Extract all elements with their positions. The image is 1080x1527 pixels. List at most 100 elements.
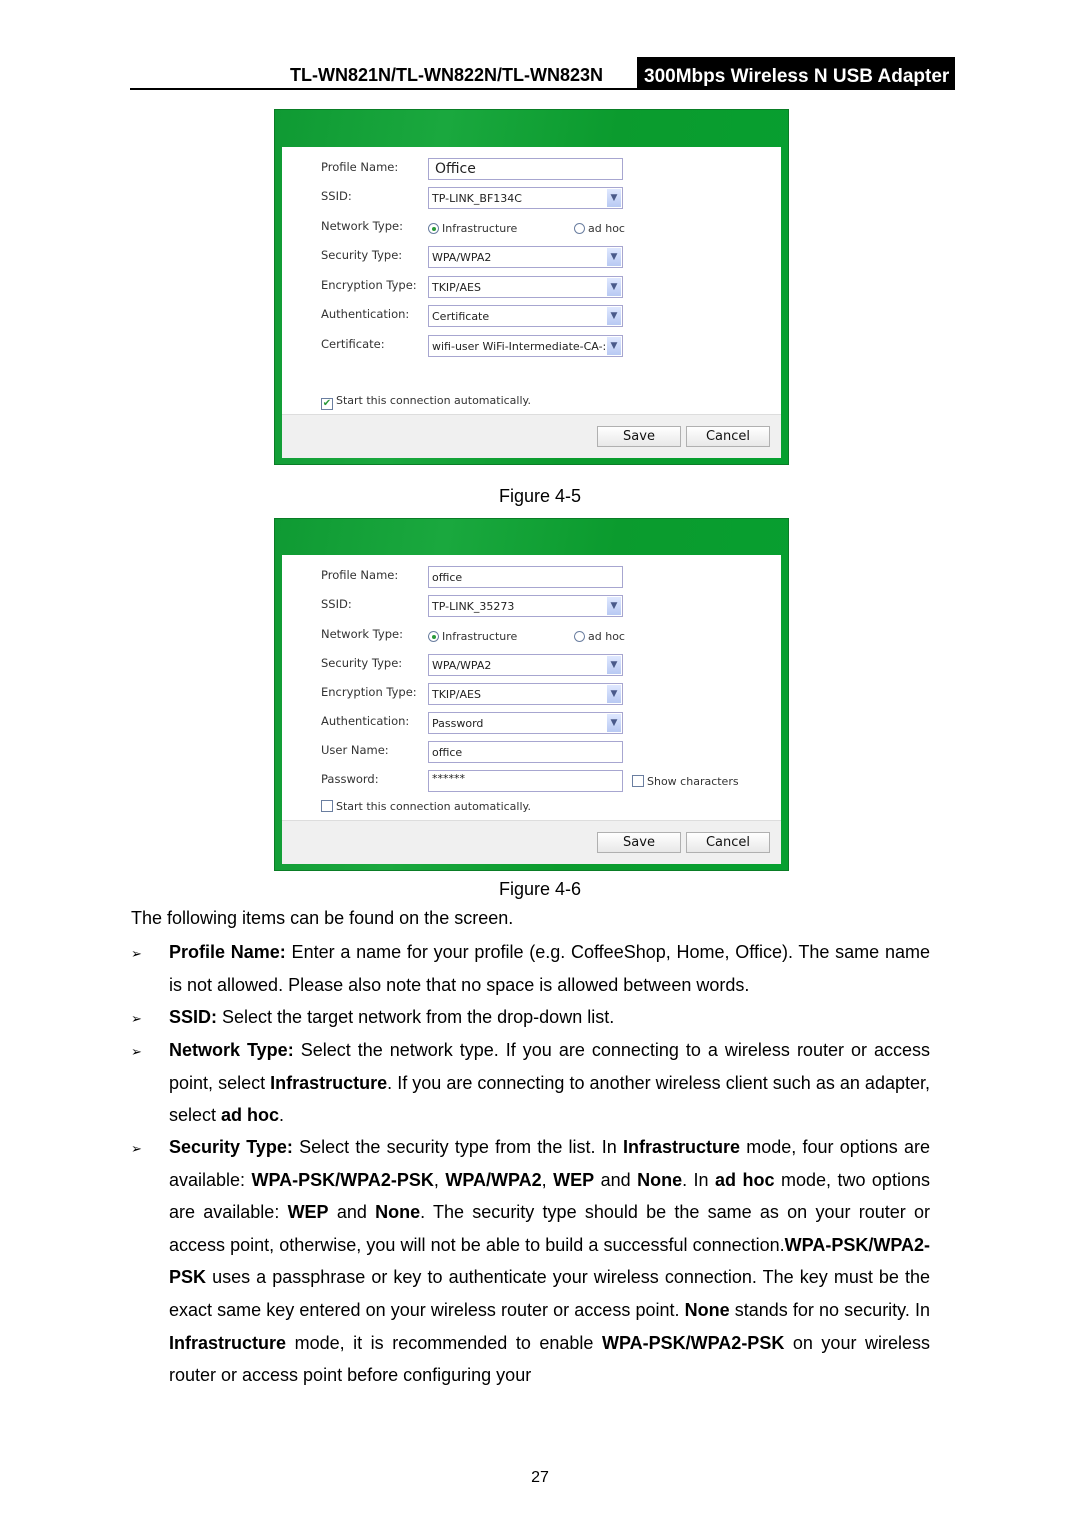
label-ssid: SSID: bbox=[321, 597, 352, 611]
label-encryption-type: Encryption Type: bbox=[321, 685, 417, 699]
show-characters-label: Show characters bbox=[647, 775, 739, 788]
bold-term: None bbox=[637, 1169, 683, 1190]
label-network-type: Network Type: bbox=[321, 219, 403, 233]
authentication-value: Password bbox=[432, 717, 484, 730]
encryption-type-select[interactable]: TKIP/AES ▼ bbox=[428, 276, 623, 298]
password-input[interactable]: ****** bbox=[428, 770, 623, 792]
bold-term: WPA-PSK/WPA2-PSK bbox=[601, 1332, 785, 1353]
bullet-icon: ➢ bbox=[131, 1141, 142, 1156]
bold-term: Infrastructure bbox=[270, 1072, 388, 1093]
intro-text: The following items can be found on the … bbox=[131, 908, 514, 928]
cancel-button[interactable]: Cancel bbox=[686, 832, 770, 853]
chevron-down-icon[interactable]: ▼ bbox=[607, 248, 621, 266]
chevron-down-icon[interactable]: ▼ bbox=[607, 278, 621, 296]
profile-dialog-password: Profile Name: office SSID: TP-LINK_35273… bbox=[274, 518, 789, 871]
label-authentication: Authentication: bbox=[321, 307, 410, 321]
user-name-input[interactable]: office bbox=[428, 741, 623, 763]
item-text: stands for no security. In bbox=[729, 1299, 930, 1320]
show-characters-checkbox[interactable]: Show characters bbox=[632, 775, 739, 788]
bullet-icon: ➢ bbox=[131, 1011, 142, 1026]
encryption-type-select[interactable]: TKIP/AES ▼ bbox=[428, 683, 623, 705]
label-security-type: Security Type: bbox=[321, 656, 403, 670]
bold-term: WEP bbox=[287, 1202, 329, 1223]
item-text: and bbox=[594, 1169, 638, 1190]
encryption-type-value: TKIP/AES bbox=[432, 688, 481, 701]
cancel-button[interactable]: Cancel bbox=[686, 426, 770, 447]
list-item: Network Type: Select the network type. I… bbox=[169, 1034, 930, 1132]
radio-label: Infrastructure bbox=[442, 222, 518, 235]
item-text: . In bbox=[682, 1169, 716, 1190]
label-password: Password: bbox=[321, 772, 379, 786]
chevron-down-icon[interactable]: ▼ bbox=[607, 714, 621, 732]
chevron-down-icon[interactable]: ▼ bbox=[607, 656, 621, 674]
radio-ad-hoc[interactable]: ad hoc bbox=[574, 630, 625, 643]
bold-term: None bbox=[375, 1202, 421, 1223]
radio-label: ad hoc bbox=[588, 630, 625, 643]
header-model: TL-WN821N/TL-WN822N/TL-WN823N bbox=[290, 65, 604, 85]
ssid-select[interactable]: TP-LINK_35273 ▼ bbox=[428, 595, 623, 617]
bold-term: ad hoc bbox=[221, 1105, 280, 1126]
radio-icon bbox=[574, 631, 585, 642]
encryption-type-value: TKIP/AES bbox=[432, 281, 481, 294]
figure-caption: Figure 4-5 bbox=[498, 486, 582, 506]
bold-term: SSID: bbox=[169, 1007, 218, 1027]
chevron-down-icon[interactable]: ▼ bbox=[607, 597, 621, 615]
certificate-value: wifi-user WiFi-Intermediate-CA-: bbox=[432, 340, 607, 353]
radio-icon bbox=[574, 223, 585, 234]
label-ssid: SSID: bbox=[321, 189, 352, 203]
radio-infrastructure[interactable]: Infrastructure bbox=[428, 630, 517, 643]
item-text: , bbox=[541, 1169, 554, 1190]
security-type-value: WPA/WPA2 bbox=[432, 251, 492, 264]
bold-term: ad hoc bbox=[715, 1169, 775, 1190]
chevron-down-icon[interactable]: ▼ bbox=[607, 189, 621, 207]
radio-selected-icon bbox=[428, 631, 439, 642]
label-profile-name: Profile Name: bbox=[321, 160, 399, 174]
bullet-icon: ➢ bbox=[131, 946, 142, 961]
auto-connect-checkbox[interactable]: ✔ Start this connection automatically. bbox=[321, 394, 531, 410]
label-user-name: User Name: bbox=[321, 743, 389, 757]
bold-term: WPA-PSK/WPA2-PSK bbox=[251, 1169, 434, 1190]
authentication-value: Certificate bbox=[432, 310, 490, 323]
security-type-select[interactable]: WPA/WPA2 ▼ bbox=[428, 246, 623, 268]
label-profile-name: Profile Name: bbox=[321, 568, 399, 582]
list-item: SSID: Select the target network from the… bbox=[169, 1001, 930, 1034]
save-button[interactable]: Save bbox=[597, 426, 681, 447]
ssid-value: TP-LINK_BF134C bbox=[432, 192, 522, 205]
bold-term: None bbox=[684, 1299, 730, 1320]
checkbox-icon bbox=[632, 775, 644, 787]
figure-caption: Figure 4-6 bbox=[498, 879, 582, 899]
item-text: Select the security type from the list. … bbox=[292, 1137, 623, 1157]
authentication-select[interactable]: Certificate ▼ bbox=[428, 305, 623, 327]
radio-label: Infrastructure bbox=[442, 630, 518, 643]
item-text: Select the target network from the drop-… bbox=[217, 1007, 615, 1027]
page-number: 27 bbox=[531, 1469, 549, 1486]
bold-term: Profile Name: bbox=[169, 942, 286, 962]
bullet-icon: ➢ bbox=[131, 1044, 142, 1059]
bold-term: Security Type: bbox=[169, 1137, 293, 1157]
header-rule bbox=[130, 88, 955, 90]
bold-term: Network Type: bbox=[169, 1040, 294, 1060]
radio-ad-hoc[interactable]: ad hoc bbox=[574, 222, 625, 235]
security-type-select[interactable]: WPA/WPA2 ▼ bbox=[428, 654, 623, 676]
chevron-down-icon[interactable]: ▼ bbox=[607, 337, 621, 355]
label-security-type: Security Type: bbox=[321, 248, 403, 262]
radio-label: ad hoc bbox=[588, 222, 625, 235]
item-text: . bbox=[279, 1105, 285, 1126]
save-button[interactable]: Save bbox=[597, 832, 681, 853]
header-product: 300Mbps Wireless N USB Adapter bbox=[637, 57, 955, 90]
certificate-select[interactable]: wifi-user WiFi-Intermediate-CA-: ▼ bbox=[428, 335, 623, 357]
chevron-down-icon[interactable]: ▼ bbox=[607, 685, 621, 703]
label-authentication: Authentication: bbox=[321, 714, 410, 728]
item-text: mode, it is recommended to enable bbox=[286, 1332, 602, 1353]
radio-infrastructure[interactable]: Infrastructure bbox=[428, 222, 517, 235]
chevron-down-icon[interactable]: ▼ bbox=[607, 307, 621, 325]
ssid-select[interactable]: TP-LINK_BF134C ▼ bbox=[428, 187, 623, 209]
bold-term: Infrastructure bbox=[622, 1137, 741, 1157]
profile-name-input[interactable]: office bbox=[428, 566, 623, 588]
label-certificate: Certificate: bbox=[321, 337, 385, 351]
auto-connect-label: Start this connection automatically. bbox=[336, 800, 531, 813]
bold-term: WEP bbox=[553, 1169, 595, 1190]
profile-name-input[interactable]: Office bbox=[428, 158, 623, 180]
authentication-select[interactable]: Password ▼ bbox=[428, 712, 623, 734]
auto-connect-checkbox[interactable]: Start this connection automatically. bbox=[321, 800, 531, 813]
